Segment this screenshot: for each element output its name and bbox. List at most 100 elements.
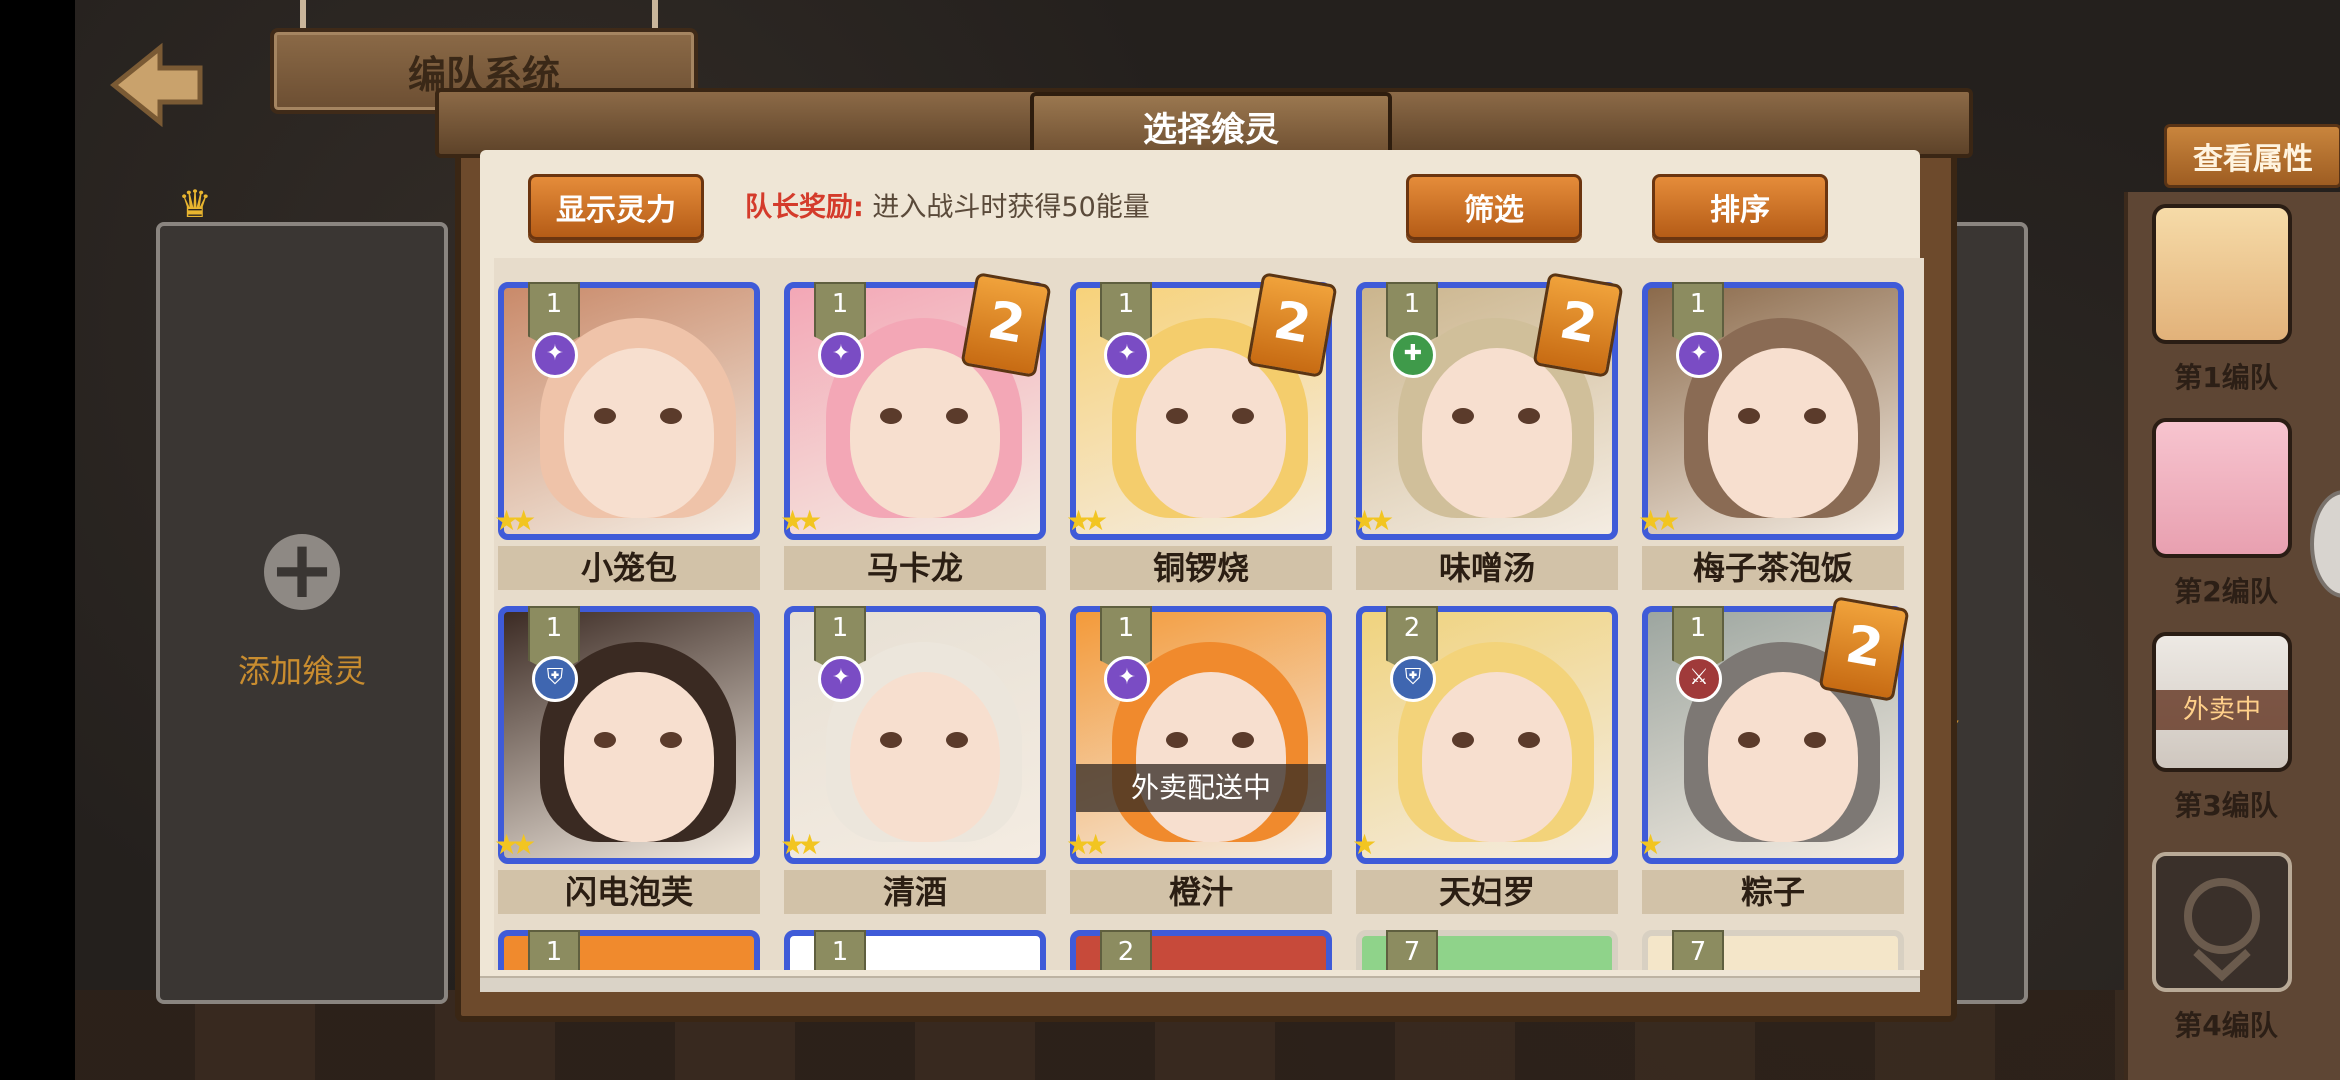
card-name: 味噌汤 [1356, 546, 1618, 590]
portrait-eye [1166, 732, 1188, 748]
portrait-eye [880, 732, 902, 748]
purple-type-icon: ✦ [532, 332, 578, 378]
portrait-face [564, 348, 714, 518]
card-name: 天妇罗 [1356, 870, 1618, 914]
star-rating-icon: ★ [1638, 828, 1663, 861]
sort-button[interactable]: 排序 [1652, 174, 1828, 240]
level-tag: 7 [1672, 930, 1724, 970]
character-card[interactable]: 1 ⛨ ★★ 闪电泡芙 [494, 606, 760, 914]
portrait-face [1422, 348, 1572, 518]
portrait-eye [946, 408, 968, 424]
blue-type-icon: ⛨ [1390, 656, 1436, 702]
star-rating-icon: ★★ [494, 504, 536, 537]
grid-bottom-edge [480, 976, 1920, 992]
star-rating-icon: ★★ [1352, 504, 1394, 537]
leader-bonus: 队长奖励: 进入战斗时获得50能量 [745, 185, 1150, 224]
card-name: 粽子 [1642, 870, 1904, 914]
back-arrow-icon [110, 42, 203, 128]
star-rating-icon: ★★ [1638, 504, 1680, 537]
team-label: 第3编队 [2174, 789, 2278, 822]
character-card[interactable]: 1 ✚ 2 ★★ 味噌汤 [1352, 272, 1624, 590]
portrait-face [850, 672, 1000, 842]
team-item[interactable]: 第1编队 [2152, 204, 2300, 396]
card-count-badge: 2 [1246, 272, 1338, 378]
star-rating-icon: ★★ [1066, 828, 1108, 861]
portrait-eye [594, 732, 616, 748]
portrait-eye [1738, 408, 1760, 424]
character-card-partial[interactable]: 7 [1642, 930, 1904, 970]
add-slot[interactable]: + 添加飨灵 [156, 222, 448, 1004]
team-item[interactable]: 外卖中 第3编队 [2152, 632, 2300, 824]
card-name: 闪电泡芙 [498, 870, 760, 914]
character-card[interactable]: 外卖配送中 1 ✦ ★★ 橙汁 [1066, 606, 1332, 914]
filter-button[interactable]: 筛选 [1406, 174, 1582, 240]
portrait-eye [1804, 732, 1826, 748]
character-card-partial[interactable]: 2 [1070, 930, 1332, 970]
portrait-eye [1518, 732, 1540, 748]
star-rating-icon: ★★ [1066, 504, 1108, 537]
portrait-eye [1804, 408, 1826, 424]
leader-bonus-label: 队长奖励: [745, 192, 864, 223]
portrait-eye [660, 732, 682, 748]
plus-icon: + [264, 530, 340, 610]
team-item[interactable]: 第4编队 [2152, 852, 2300, 1044]
level-tag: 1 [528, 930, 580, 970]
character-card[interactable]: 1 ✦ 2 ★★ 马卡龙 [780, 272, 1052, 590]
delivery-status-overlay: 外卖配送中 [1076, 764, 1326, 812]
team-item[interactable]: 第2编队 [2152, 418, 2300, 610]
star-rating-icon: ★★ [494, 828, 536, 861]
crown-icon: ♛ [178, 182, 213, 226]
team-status-overlay: 外卖中 [2156, 690, 2288, 730]
team-portrait: 外卖中 [2152, 632, 2292, 772]
portrait-eye [1738, 732, 1760, 748]
star-rating-icon: ★★ [780, 828, 822, 861]
purple-type-icon: ✦ [1104, 332, 1150, 378]
green-type-icon: ✚ [1390, 332, 1436, 378]
view-attributes-button[interactable]: 查看属性 [2164, 124, 2340, 188]
portrait-eye [1232, 408, 1254, 424]
back-button[interactable] [100, 40, 210, 130]
team-panel: 第1编队 第2编队 外卖中 第3编队 第4编队 [2124, 192, 2340, 1080]
card-name: 马卡龙 [784, 546, 1046, 590]
character-card-partial[interactable]: 1 [784, 930, 1046, 970]
card-count-badge: 2 [1818, 596, 1910, 702]
card-count-badge: 2 [960, 272, 1052, 378]
character-card[interactable]: 2 ⛨ ★ 天妇罗 [1352, 606, 1618, 914]
portrait-eye [1452, 732, 1474, 748]
team-label: 第2编队 [2174, 575, 2278, 608]
leader-bonus-text: 进入战斗时获得50能量 [872, 192, 1150, 223]
card-grid: 1 ✦ ★★ 小笼包 1 ✦ 2 ★★ 马卡龙 1 ✦ 2 ★★ 铜锣烧 1 ✚ 2 ★★ 味噌汤 1 ✦ ★★ 梅子茶泡饭… [494, 258, 1924, 970]
level-tag: 7 [1386, 930, 1438, 970]
character-card[interactable]: 1 ✦ ★★ 清酒 [780, 606, 1046, 914]
character-card[interactable]: 1 ✦ ★★ 梅子茶泡饭 [1638, 282, 1904, 590]
team-label: 第4编队 [2174, 1009, 2278, 1042]
portrait-eye [946, 732, 968, 748]
portrait-face [1708, 348, 1858, 518]
portrait-eye [1166, 408, 1188, 424]
portrait-face [564, 672, 714, 842]
portrait-face [1136, 672, 1286, 842]
portrait-face [1708, 672, 1858, 842]
portrait-face [850, 348, 1000, 518]
team-portrait [2152, 418, 2292, 558]
left-black-bar [0, 0, 75, 1080]
show-power-button[interactable]: 显示灵力 [528, 174, 704, 240]
card-name: 铜锣烧 [1070, 546, 1332, 590]
portrait-eye [1518, 408, 1540, 424]
portrait-eye [1232, 732, 1254, 748]
star-rating-icon: ★ [1352, 828, 1377, 861]
emblem-icon [2184, 878, 2260, 982]
purple-type-icon: ✦ [818, 332, 864, 378]
portrait-eye [660, 408, 682, 424]
character-card-partial[interactable]: 1 [498, 930, 760, 970]
character-card-partial[interactable]: 7 [1356, 930, 1618, 970]
character-card[interactable]: 1 ✦ 2 ★★ 铜锣烧 [1066, 272, 1338, 590]
purple-type-icon: ✦ [1676, 332, 1722, 378]
card-name: 橙汁 [1070, 870, 1332, 914]
portrait-face [1422, 672, 1572, 842]
card-name: 清酒 [784, 870, 1046, 914]
character-card[interactable]: 1 ⚔ 2 ★ 粽子 [1638, 596, 1910, 914]
level-tag: 2 [1100, 930, 1152, 970]
character-card[interactable]: 1 ✦ ★★ 小笼包 [494, 282, 760, 590]
card-count-badge: 2 [1532, 272, 1624, 378]
